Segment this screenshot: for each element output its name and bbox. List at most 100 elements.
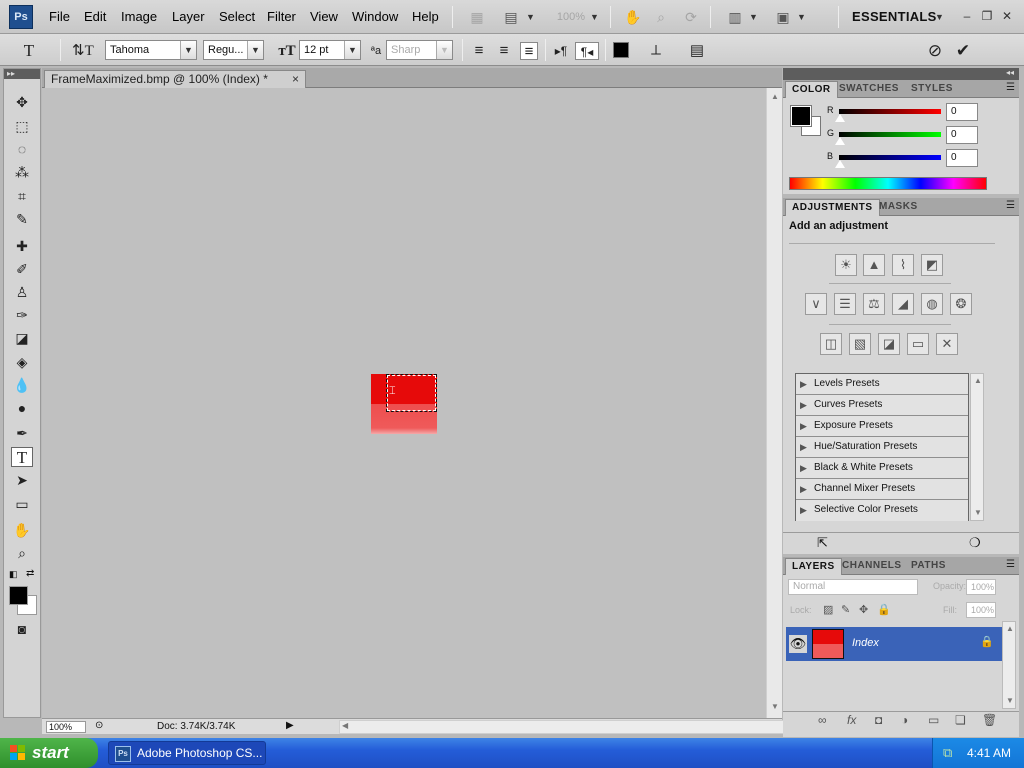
foreground-color-swatch[interactable] [790,105,812,127]
preset-curves[interactable]: ▶ Curves Presets [796,395,968,416]
move-tool-icon[interactable]: ✥ [11,92,33,112]
rtl-direction-icon[interactable]: ¶◂ [575,42,599,60]
new-group-icon[interactable]: ▭ [928,713,939,727]
clip-to-layer-icon[interactable]: ❍ [969,535,981,551]
brush-tool-icon[interactable]: ✐ [11,259,33,279]
chevron-down-icon[interactable]: ▼ [247,41,263,59]
lock-all-icon[interactable]: 🔒 [877,603,891,616]
warp-text-icon[interactable]: ⟂ [647,42,665,60]
menu-file[interactable]: File [49,9,70,24]
b-slider-knob[interactable] [835,160,845,168]
blend-mode-select[interactable]: Normal [788,579,918,595]
preset-channel-mixer[interactable]: ▶ Channel Mixer Presets [796,479,968,500]
vertical-scrollbar[interactable]: ▲ ▼ [766,88,782,718]
minimize-icon[interactable]: – [960,9,974,23]
scroll-up-icon[interactable]: ▲ [1003,622,1017,636]
chevron-down-icon[interactable]: ▼ [590,12,599,22]
restore-icon[interactable]: ❐ [980,9,994,23]
menu-select[interactable]: Select [219,9,255,24]
color-spectrum-ramp[interactable] [789,177,987,190]
blur-tool-icon[interactable]: 💧 [11,375,33,395]
preset-exposure[interactable]: ▶ Exposure Presets [796,416,968,437]
lock-transparent-icon[interactable]: ▨ [823,603,833,616]
r-slider-knob[interactable] [835,114,845,122]
hand-tool-icon[interactable]: ✋ [11,520,33,540]
r-slider[interactable] [839,109,941,114]
font-style-select[interactable]: Regu... ▼ [203,40,264,60]
menu-edit[interactable]: Edit [84,9,106,24]
taskbar-clock[interactable]: 4:41 AM [967,738,1011,768]
eraser-tool-icon[interactable]: ◪ [11,328,33,348]
default-colors-icon[interactable]: ◧ [9,569,18,580]
workspace-switcher[interactable]: ESSENTIALS [852,9,937,24]
chevron-down-icon[interactable]: ▼ [180,41,196,59]
arrange-documents-icon[interactable]: ▥ [726,8,744,26]
status-menu-arrow-icon[interactable]: ▶ [286,720,294,731]
brightness-contrast-icon[interactable]: ☀ [835,254,857,276]
exposure-icon[interactable]: ◩ [921,254,943,276]
levels-icon[interactable]: ▲ [863,254,885,276]
g-slider[interactable] [839,132,941,137]
panel-menu-icon[interactable]: ☰ [1006,200,1015,211]
foreground-color-swatch[interactable] [9,586,28,605]
eyedropper-icon[interactable]: ✎ [11,209,33,229]
menu-filter[interactable]: Filter [267,9,296,24]
align-right-icon[interactable]: ≡ [520,42,538,60]
tools-panel-header[interactable]: ▸▸ [4,69,40,79]
chevron-down-icon[interactable]: ▼ [797,12,806,22]
tab-layers[interactable]: LAYERS [785,558,842,575]
font-size-select[interactable]: 12 pt ▼ [299,40,361,60]
panel-menu-icon[interactable]: ☰ [1006,82,1015,93]
ltr-direction-icon[interactable]: ▸¶ [552,42,570,60]
taskbar-photoshop-button[interactable]: Ps Adobe Photoshop CS... [108,741,266,765]
eye-visibility-icon[interactable]: 👁 [789,635,807,653]
status-info-icon[interactable]: ⊙ [95,720,103,731]
black-white-icon[interactable]: ◢ [892,293,914,315]
view-extras-icon[interactable]: ▤ [502,8,520,26]
scroll-left-icon[interactable]: ◀ [342,721,348,730]
tab-adjustments[interactable]: ADJUSTMENTS [785,199,880,216]
lock-pixels-icon[interactable]: ✎ [841,603,850,616]
vibrance-icon[interactable]: ∨ [805,293,827,315]
adjustment-layer-icon[interactable]: ◑ [901,713,908,727]
path-selection-icon[interactable]: ➤ [11,470,33,490]
menu-help[interactable]: Help [412,9,439,24]
scroll-up-icon[interactable]: ▲ [971,374,985,388]
cancel-icon[interactable]: ⊘ [926,42,944,60]
horizontal-scrollbar[interactable]: ◀ ▶ [339,720,807,734]
text-color-swatch[interactable] [613,42,629,58]
collapse-dock-icon[interactable]: ◂◂ [1006,68,1014,77]
layer-name[interactable]: Index [852,637,879,649]
b-slider[interactable] [839,155,941,160]
tab-channels[interactable]: CHANNELS [836,558,908,575]
b-value-field[interactable]: 0 [946,149,978,167]
crop-tool-icon[interactable]: ⌗ [11,186,33,206]
delete-layer-icon[interactable]: 🗑 [982,713,997,727]
font-family-select[interactable]: Tahoma ▼ [105,40,197,60]
preset-hue-saturation[interactable]: ▶ Hue/Saturation Presets [796,437,968,458]
tab-paths[interactable]: PATHS [905,558,952,575]
lasso-tool-icon[interactable]: ◌ [11,139,33,159]
zoom-tool-icon[interactable]: ⌕ [11,543,33,563]
chevron-down-icon[interactable]: ▼ [749,12,758,22]
hue-saturation-icon[interactable]: ☰ [834,293,856,315]
dodge-tool-icon[interactable]: ● [11,398,33,418]
align-left-icon[interactable]: ≡ [470,42,488,60]
type-tool-icon[interactable]: T [11,447,33,467]
tab-color[interactable]: COLOR [785,81,838,98]
threshold-icon[interactable]: ◪ [878,333,900,355]
lock-position-icon[interactable]: ✥ [859,603,868,616]
fill-field[interactable]: 100% [966,602,996,618]
swap-colors-icon[interactable]: ⇄ [26,568,34,579]
magic-wand-icon[interactable]: ⁂ [11,162,33,182]
close-icon[interactable]: ✕ [1000,9,1014,23]
text-tool-preset-icon[interactable]: T [20,42,38,60]
zoom-field[interactable]: 100% [46,721,86,733]
menu-layer[interactable]: Layer [172,9,205,24]
selective-color-icon[interactable]: ✕ [936,333,958,355]
posterize-icon[interactable]: ▧ [849,333,871,355]
marquee-tool-icon[interactable]: ⬚ [11,116,33,136]
clone-stamp-icon[interactable]: ♙ [11,282,33,302]
screen-mode-icon[interactable]: ▣ [774,8,792,26]
presets-scrollbar[interactable]: ▲ ▼ [970,373,984,521]
